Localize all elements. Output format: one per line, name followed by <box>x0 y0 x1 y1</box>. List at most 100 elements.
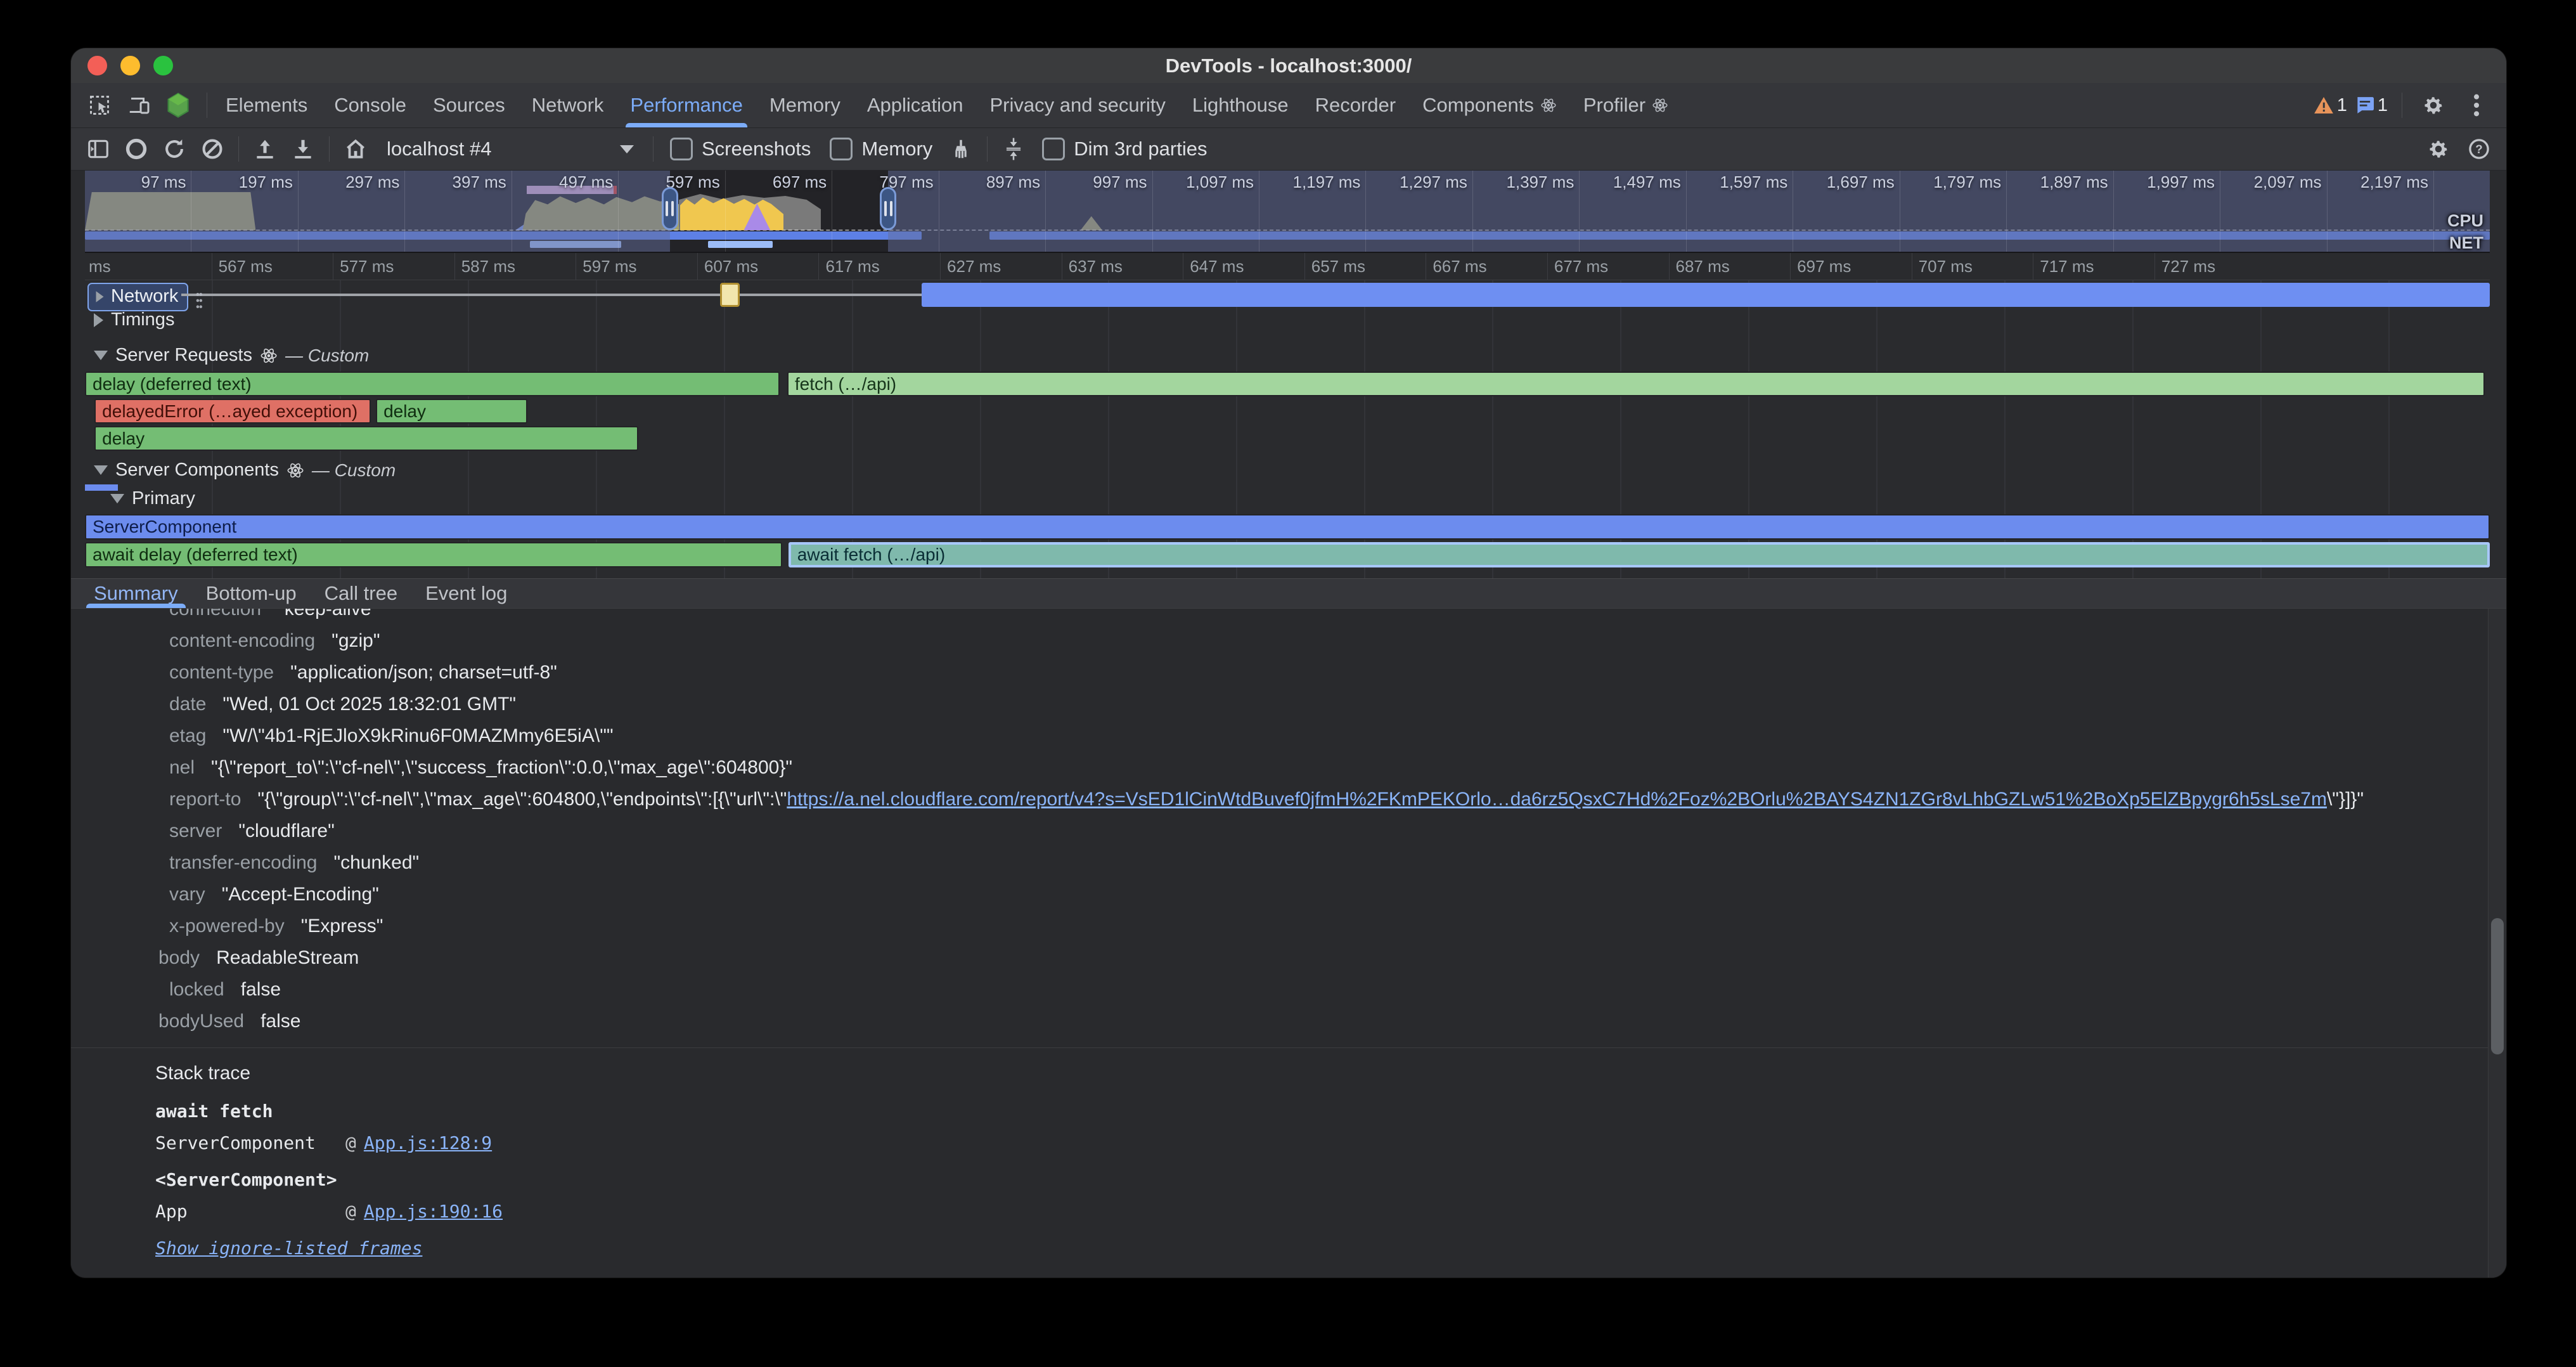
summary-scrollbar[interactable] <box>2488 609 2506 1278</box>
window-title: DevTools - localhost:3000/ <box>71 55 2506 77</box>
ruler-units: ms <box>85 257 212 276</box>
tabbar-right: 1 1 <box>2314 83 2506 127</box>
timeline-overview[interactable]: 97 ms197 ms297 ms397 ms497 ms597 ms697 m… <box>85 171 2490 253</box>
details-tab[interactable]: Event log <box>411 579 521 608</box>
flame-bar[interactable]: await fetch (…/api) <box>789 542 2490 567</box>
header-value-link[interactable]: https://a.nel.cloudflare.com/report/v4?s… <box>787 789 2327 810</box>
settings-gear-icon[interactable] <box>2416 88 2450 122</box>
home-icon[interactable] <box>338 132 373 166</box>
flame-bar-label: delay (deferred text) <box>93 374 252 394</box>
stack-trace-section: Stack trace await fetch ServerComponent … <box>71 1047 2506 1264</box>
flame-bar[interactable]: delay <box>94 426 638 451</box>
ruler-tick: 587 ms <box>454 253 576 280</box>
save-profile-icon[interactable] <box>286 132 320 166</box>
panel-tab-label: Console <box>334 94 406 117</box>
flame-bar[interactable]: ServerComponent <box>85 514 2490 540</box>
selection-handle-left[interactable] <box>662 187 678 230</box>
network-event[interactable] <box>181 294 922 296</box>
network-event[interactable] <box>720 283 740 307</box>
server-requests-track-header[interactable]: Server Requests — Custom <box>85 340 2490 370</box>
ruler-tick: 597 ms <box>576 253 697 280</box>
panel-tab[interactable]: Memory <box>756 83 854 127</box>
issues-badge[interactable]: 1 <box>2356 95 2388 116</box>
tabbar-left-icons <box>71 83 202 127</box>
header-value-suffix: \"}]}" <box>2327 789 2364 810</box>
flame-bar[interactable]: delayedError (…ayed exception) <box>94 399 371 424</box>
primary-group-header[interactable]: Primary <box>85 484 2490 513</box>
help-icon[interactable]: ? <box>2462 132 2496 166</box>
panel-tab-label: Application <box>867 94 963 117</box>
net-lane-label: NET <box>2449 233 2483 253</box>
divider <box>238 136 239 162</box>
network-track-header[interactable]: Network <box>87 283 188 311</box>
panel-tab[interactable]: Application <box>854 83 977 127</box>
device-toolbar-icon[interactable] <box>122 88 156 122</box>
primary-group-label: Primary <box>132 488 195 509</box>
warning-badge[interactable]: 1 <box>2314 95 2347 116</box>
header-value: "gzip" <box>332 630 380 651</box>
stack-frame-location-link[interactable]: App.js:190:16 <box>364 1201 503 1222</box>
panel-tab[interactable]: Privacy and security <box>977 83 1179 127</box>
panel-tab[interactable]: Elements <box>212 83 321 127</box>
record-icon[interactable] <box>119 132 153 166</box>
ruler-tick: 727 ms <box>2154 253 2276 280</box>
flame-bar[interactable]: delay <box>376 399 527 424</box>
panel-tab[interactable]: Performance <box>617 83 756 127</box>
stack-frame-function: ServerComponent <box>155 1132 345 1153</box>
panel-tab-label: Memory <box>770 94 840 117</box>
screenshots-checkbox[interactable]: Screenshots <box>662 138 818 160</box>
panel-tab[interactable]: Sources <box>420 83 518 127</box>
drag-grip-icon[interactable] <box>195 292 203 309</box>
node-target-icon[interactable] <box>161 88 195 122</box>
flame-bar[interactable]: fetch (…/api) <box>787 372 2485 396</box>
ruler-tick: 637 ms <box>1062 253 1183 280</box>
headers-scroll-area[interactable]: connection "keep-alive" content-encoding… <box>71 609 2506 1037</box>
flame-bar[interactable]: await delay (deferred text) <box>85 542 782 567</box>
selection-handle-right[interactable] <box>880 187 896 230</box>
toolbar-right-icons: ? <box>2421 132 2496 166</box>
toggle-sidebar-icon[interactable] <box>81 132 115 166</box>
show-ignore-listed-frames-link[interactable]: Show ignore-listed frames <box>155 1232 2506 1264</box>
network-event[interactable] <box>922 283 2490 307</box>
react-atom-icon <box>1652 97 1668 113</box>
dim-3rd-parties-checkbox[interactable]: Dim 3rd parties <box>1034 138 1214 160</box>
panel-tab[interactable]: Recorder <box>1302 83 1410 127</box>
panel-tab-label: Recorder <box>1315 94 1396 117</box>
clear-icon[interactable] <box>195 132 229 166</box>
timings-track[interactable]: Timings <box>85 309 2490 340</box>
panel-tab[interactable]: Components <box>1409 83 1570 127</box>
panel-tab[interactable]: Lighthouse <box>1179 83 1302 127</box>
panel-tab-label: Profiler <box>1583 94 1645 117</box>
collapse-tracks-icon[interactable] <box>996 132 1031 166</box>
history-dropdown[interactable]: localhost #4 <box>377 131 644 167</box>
network-track[interactable]: Network <box>85 280 2490 309</box>
header-key: body <box>158 947 200 969</box>
garbage-collect-icon[interactable] <box>944 132 978 166</box>
panel-tab-label: Components <box>1422 94 1534 117</box>
scrollbar-thumb[interactable] <box>2491 918 2504 1054</box>
panel-settings-gear-icon[interactable] <box>2421 132 2456 166</box>
stack-trace-title: Stack trace <box>155 1057 2506 1090</box>
inspect-element-icon[interactable] <box>82 88 117 122</box>
kebab-menu-icon[interactable] <box>2459 88 2494 122</box>
header-value: "Express" <box>301 916 383 936</box>
memory-checkbox[interactable]: Memory <box>822 138 940 160</box>
stack-frame-location-link[interactable]: App.js:128:9 <box>364 1132 492 1153</box>
server-components-row-1: ServerComponent <box>85 513 2490 541</box>
overview-dim-right <box>888 171 2490 252</box>
header-key: content-encoding <box>169 630 315 652</box>
server-components-track-header[interactable]: Server Components — Custom <box>85 456 2490 484</box>
details-tab[interactable]: Summary <box>80 579 192 608</box>
panel-tab[interactable]: Profiler <box>1570 83 1682 127</box>
panel-tab[interactable]: Network <box>518 83 617 127</box>
load-profile-icon[interactable] <box>248 132 282 166</box>
details-tab[interactable]: Bottom-up <box>192 579 311 608</box>
disclosure-expanded-icon <box>94 351 108 360</box>
reload-and-record-icon[interactable] <box>157 132 191 166</box>
header-key: x-powered-by <box>169 916 285 937</box>
divider <box>329 136 330 162</box>
cpu-lane-label: CPU <box>2447 211 2483 231</box>
flame-bar[interactable]: delay (deferred text) <box>85 372 780 396</box>
details-tab[interactable]: Call tree <box>311 579 411 608</box>
panel-tab[interactable]: Console <box>321 83 420 127</box>
